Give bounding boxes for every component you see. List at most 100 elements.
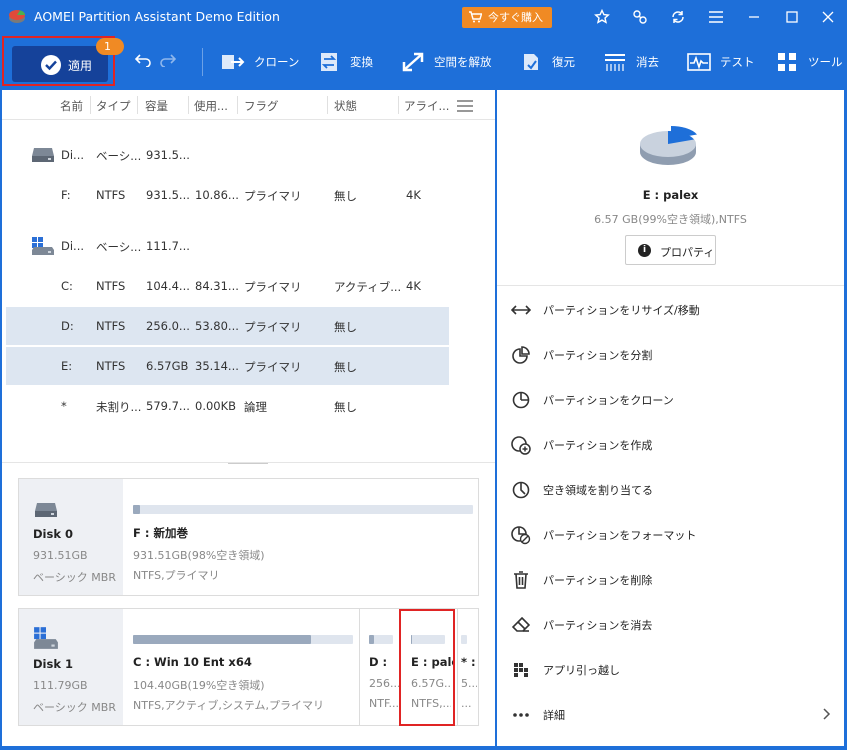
hdd-icon (32, 148, 54, 162)
table-row-partition[interactable]: D: NTFS 256.0... 53.80... プライマリ 無し (6, 307, 449, 345)
cell-capacity: 104.4... (146, 279, 190, 293)
op-clone[interactable]: パーティションをクローン (497, 378, 844, 423)
buy-now-button[interactable]: 今すぐ購入 (462, 7, 552, 28)
op-allocate[interactable]: 空き領域を割り当てる (497, 468, 844, 513)
free-space-icon (400, 51, 426, 73)
convert-label: 変換 (350, 55, 373, 69)
split-icon (511, 345, 531, 365)
trash-icon (511, 570, 531, 590)
col-status[interactable]: 状態 (334, 98, 357, 114)
resize-move-icon (511, 300, 531, 320)
table-row-partition[interactable]: E: NTFS 6.57GB 35.14... プライマリ 無し (6, 347, 449, 385)
cell-capacity: 579.7... (146, 399, 190, 413)
apply-button[interactable]: 適用 (12, 46, 108, 82)
partition-block-d[interactable]: D : 256.... NTF... (361, 609, 399, 725)
col-name[interactable]: 名前 (60, 98, 83, 114)
recover-button[interactable]: 復元 (518, 48, 575, 76)
cell-flag: プライマリ (244, 189, 302, 203)
col-used[interactable]: 使用... (194, 98, 228, 114)
col-separator[interactable] (90, 96, 91, 114)
op-resize-move[interactable]: パーティションをリサイズ/移動 (497, 288, 844, 333)
partition-fs: NTF... (369, 697, 399, 710)
partition-name: * : (461, 655, 476, 669)
partition-block[interactable]: F : 新加巻 931.51GB(98%空き領域) NTFS,プライマリ (125, 479, 478, 595)
title-bar: AOMEI Partition Assistant Demo Edition 今… (0, 0, 847, 34)
redo-icon[interactable] (160, 53, 176, 67)
partition-name: C : Win 10 Ent x64 (133, 655, 252, 669)
table-row-partition[interactable]: C: NTFS 104.4... 84.31... プライマリ アクティブ...… (6, 267, 449, 305)
toolbar: 適用 1 クローン 変換 空間を解放 復元 消去 テスト ツール (0, 34, 847, 90)
cell-capacity: 931.5... (146, 188, 190, 202)
properties-button[interactable]: i プロパティ (625, 235, 716, 265)
op-delete[interactable]: パーティションを削除 (497, 558, 844, 603)
key-icon[interactable] (630, 7, 650, 27)
wipe-button[interactable]: 消去 (602, 48, 659, 76)
recover-icon (518, 51, 544, 73)
partition-block-unallocated[interactable]: * : 5... ... (457, 609, 477, 725)
properties-label: プロパティ (660, 246, 715, 259)
col-separator[interactable] (327, 96, 328, 114)
col-separator[interactable] (398, 96, 399, 114)
cell-status: 無し (334, 320, 357, 334)
undo-icon[interactable] (135, 53, 151, 67)
col-capacity[interactable]: 容量 (145, 98, 168, 114)
clone-icon (220, 51, 246, 73)
op-more[interactable]: 詳細 (497, 693, 844, 738)
op-format[interactable]: パーティションをフォーマット (497, 513, 844, 558)
disk-map-disk0[interactable]: Disk 0 931.51GB ベーシック MBR F : 新加巻 931.51… (18, 478, 479, 596)
splitter-grip[interactable] (228, 463, 268, 466)
table-row-partition[interactable]: * 未割り... 579.7... 0.00KB 論理 無し (6, 387, 449, 425)
eraser-icon (511, 615, 531, 635)
op-split[interactable]: パーティションを分割 (497, 333, 844, 378)
col-separator[interactable] (137, 96, 138, 114)
partition-block-c[interactable]: C : Win 10 Ent x64 104.40GB(19%空き領域) NTF… (125, 609, 359, 725)
refresh-icon[interactable] (668, 7, 688, 27)
tools-label: ツール (808, 55, 843, 69)
disk-name: Disk 0 (33, 527, 73, 541)
column-settings-icon[interactable] (457, 100, 473, 112)
partition-size: 5... (461, 677, 477, 690)
usage-fill (133, 635, 312, 644)
table-row-disk[interactable]: Di... ベーシ... 931.5... (6, 136, 449, 174)
hamburger-menu-icon[interactable] (706, 7, 726, 27)
minimize-icon[interactable] (744, 7, 764, 27)
convert-button[interactable]: 変換 (316, 48, 373, 76)
clone-button[interactable]: クローン (220, 48, 299, 76)
wipe-label: 消去 (636, 55, 659, 69)
close-icon[interactable] (818, 7, 838, 27)
op-wipe[interactable]: パーティションを消去 (497, 603, 844, 648)
cell-capacity: 111.7... (146, 239, 190, 253)
test-button[interactable]: テスト (686, 48, 755, 76)
partition-divider (359, 609, 360, 725)
cell-name: Di... (61, 239, 85, 253)
cell-used: 10.86... (195, 188, 239, 202)
free-space-button[interactable]: 空間を解放 (400, 48, 492, 76)
col-type[interactable]: タイプ (96, 98, 131, 114)
more-dots-icon (511, 705, 531, 725)
cell-align: 4K (406, 188, 421, 202)
op-app-mover[interactable]: アプリ引っ越し (497, 648, 844, 693)
create-partition-icon (511, 435, 531, 455)
star-icon[interactable] (592, 7, 612, 27)
e-partition-highlight-box (399, 609, 455, 726)
wipe-icon (602, 51, 628, 73)
col-flag[interactable]: フラグ (244, 98, 279, 114)
disk-size: 111.79GB (33, 679, 88, 692)
table-row-disk[interactable]: Di... ベーシ... 111.7... (6, 227, 449, 265)
disk-info: Disk 1 111.79GB ベーシック MBR (19, 609, 123, 725)
table-row-partition[interactable]: F: NTFS 931.5... 10.86... プライマリ 無し 4K (6, 176, 449, 214)
cell-status: アクティブ... (334, 280, 402, 294)
cell-type: ベーシ... (96, 149, 142, 163)
op-label: パーティションを消去 (543, 619, 653, 632)
cell-name: D: (61, 319, 74, 333)
cell-type: 未割り... (96, 400, 142, 414)
op-create[interactable]: パーティションを作成 (497, 423, 844, 468)
test-label: テスト (720, 55, 755, 69)
column-header: 名前 タイプ 容量 使用... フラグ 状態 アライ... (2, 90, 495, 120)
partition-name: F : 新加巻 (133, 526, 188, 540)
maximize-icon[interactable] (782, 7, 802, 27)
col-separator[interactable] (188, 96, 189, 114)
col-align[interactable]: アライ... (404, 98, 449, 114)
tools-button[interactable]: ツール (774, 48, 843, 76)
col-separator[interactable] (237, 96, 238, 114)
